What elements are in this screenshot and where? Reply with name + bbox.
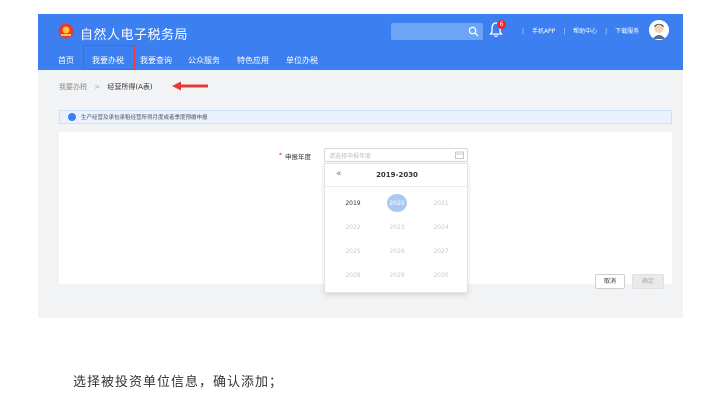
breadcrumb-current: 经营所得(A表) [107, 83, 153, 91]
year-cell[interactable]: 2019 [338, 200, 368, 207]
nav-featured-apps[interactable]: 特色应用 [237, 55, 269, 66]
breadcrumb-parent[interactable]: 我要办税 [59, 83, 87, 91]
nav-home[interactable]: 首页 [58, 55, 74, 66]
picker-divider [325, 186, 467, 187]
nav-public-service[interactable]: 公众服务 [188, 55, 220, 66]
year-cell[interactable]: 2029 [382, 272, 412, 279]
year-cell[interactable]: 2026 [382, 248, 412, 255]
divider: | [522, 28, 525, 35]
nav-unit-tax[interactable]: 单位办税 [286, 55, 318, 66]
year-cell-selected[interactable]: 2020 [382, 200, 412, 207]
year-placeholder: 请选择申报年度 [329, 153, 372, 160]
year-picker-dropdown: « 2019-2030 2019 2020 2021 2022 2023 202… [324, 163, 468, 293]
breadcrumb-separator: > [94, 83, 101, 91]
cancel-button[interactable]: 取消 [595, 274, 625, 289]
divider: | [563, 28, 566, 35]
decade-range-title[interactable]: 2019-2030 [325, 171, 469, 179]
brand-title: 自然人电子税务局 [80, 28, 189, 43]
notice-bar: 生产经营及承包承租经营所得月度或者季度预缴申报 [59, 110, 672, 124]
calendar-icon[interactable] [455, 151, 464, 159]
year-cell[interactable]: 2023 [382, 224, 412, 231]
instruction-caption: 选择被投资单位信息，确认添加； [73, 375, 284, 390]
user-avatar-icon [649, 20, 669, 40]
year-cell[interactable]: 2028 [338, 272, 368, 279]
search-input[interactable] [391, 23, 483, 40]
top-links: | 手机APP | 帮助中心 | 下载服务 [516, 26, 639, 35]
year-cell[interactable]: 2022 [338, 224, 368, 231]
notice-text: 生产经营及承包承租经营所得月度或者季度预缴申报 [81, 115, 208, 121]
confirm-button[interactable]: 确定 [632, 274, 664, 289]
year-cell[interactable]: 2021 [426, 200, 456, 207]
tax-emblem-icon [58, 23, 74, 39]
notification-badge: 6 [497, 20, 506, 29]
breadcrumb: 我要办税 > 经营所得(A表) [59, 82, 153, 92]
year-cell[interactable]: 2030 [426, 272, 456, 279]
help-center-link[interactable]: 帮助中心 [573, 28, 597, 35]
info-icon [68, 113, 76, 121]
avatar[interactable] [649, 20, 669, 40]
download-service-link[interactable]: 下载服务 [615, 28, 639, 35]
red-arrow-icon [172, 81, 208, 91]
year-label: 申报年度 [285, 153, 311, 161]
nav-query[interactable]: 我要查询 [140, 55, 172, 66]
tax-app-window: 自然人电子税务局 6 | 手机APP | 帮助中心 | 下载服务 首页 我要办税… [38, 14, 683, 318]
divider: | [605, 28, 608, 35]
declaration-form: * 申报年度 请选择申报年度 « 2019-2030 2019 2020 202… [59, 132, 672, 293]
active-nav-highlight [83, 45, 135, 70]
year-cell[interactable]: 2024 [426, 224, 456, 231]
search-icon[interactable] [468, 26, 479, 37]
required-mark: * [279, 152, 282, 159]
mobile-app-link[interactable]: 手机APP [532, 28, 555, 35]
year-cell[interactable]: 2025 [338, 248, 368, 255]
year-select[interactable]: 请选择申报年度 [324, 148, 468, 162]
year-cell[interactable]: 2027 [426, 248, 456, 255]
